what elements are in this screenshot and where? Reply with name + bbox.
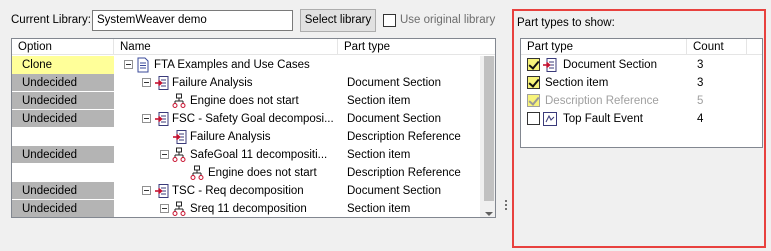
- option-cell[interactable]: Undecided: [12, 92, 114, 110]
- top-fault-event-icon: [542, 111, 558, 133]
- part-type-count: 3: [697, 77, 704, 89]
- table-row[interactable]: Undecided SafeGoal 11 decompositi... Secti…: [12, 146, 480, 164]
- part-type-name: Top Fault Event: [563, 113, 643, 125]
- table-row[interactable]: Clone FTA Examples and Use Cases: [12, 56, 480, 74]
- part-types-list[interactable]: Part type Count Document Section 3 Section…: [520, 38, 763, 148]
- name-cell: Failure Analysis: [190, 131, 271, 143]
- option-cell[interactable]: [12, 128, 114, 146]
- part-type-name: Description Reference: [545, 95, 659, 107]
- table-row[interactable]: Engine does not start Description Referen…: [12, 164, 480, 182]
- column-header-name[interactable]: Name: [114, 39, 338, 55]
- part-type-row[interactable]: Top Fault Event 4: [521, 110, 762, 128]
- part-type-cell: Section item: [347, 95, 411, 107]
- part-type-cell: Document Section: [347, 185, 441, 197]
- part-types-title: Part types to show:: [517, 17, 615, 29]
- part-type-name: Document Section: [563, 59, 657, 71]
- table-row[interactable]: Failure Analysis Description Reference: [12, 128, 480, 146]
- items-grid[interactable]: Option Name Part type Clone FTA Examples …: [11, 38, 496, 218]
- name-cell: Engine does not start: [190, 95, 299, 107]
- option-cell[interactable]: Undecided: [12, 110, 114, 128]
- part-type-cell: Description Reference: [347, 131, 461, 143]
- table-row[interactable]: Undecided Failure Analysis Document Sectio…: [12, 74, 480, 92]
- collapse-icon[interactable]: [142, 78, 151, 87]
- part-type-count: 5: [697, 95, 704, 107]
- part-type-name: Section item: [545, 77, 609, 89]
- part-type-row[interactable]: Section item 3: [521, 74, 762, 92]
- part-type-checkbox[interactable]: [527, 112, 540, 125]
- scroll-down-arrow-icon[interactable]: [485, 212, 493, 216]
- part-type-cell: Section item: [347, 203, 411, 215]
- collapse-icon[interactable]: [160, 150, 169, 159]
- part-type-count: 4: [697, 113, 704, 125]
- name-cell: Sreq 11 decomposition: [190, 203, 307, 215]
- part-type-checkbox[interactable]: [527, 76, 540, 89]
- current-library-label: Current Library:: [11, 14, 91, 26]
- column-header-part-type[interactable]: Part type: [338, 39, 480, 55]
- name-cell: Engine does not start: [208, 167, 317, 179]
- splitter-handle[interactable]: [505, 200, 508, 214]
- part-type-checkbox: [527, 94, 540, 107]
- part-types-header: Part type Count: [521, 39, 762, 55]
- table-row[interactable]: Undecided Sreq 11 decomposition Section it…: [12, 200, 480, 217]
- name-cell: FTA Examples and Use Cases: [154, 59, 310, 71]
- library-field[interactable]: SystemWeaver demo: [92, 10, 293, 31]
- grid-header: Option Name Part type: [12, 39, 495, 55]
- table-row[interactable]: Undecided Engine does not start Section it…: [12, 92, 480, 110]
- option-cell[interactable]: [12, 164, 114, 182]
- option-cell[interactable]: Undecided: [12, 74, 114, 92]
- part-type-cell: Document Section: [347, 77, 441, 89]
- use-original-library-checkbox[interactable]: [383, 14, 396, 27]
- select-library-button[interactable]: Select library: [300, 9, 376, 32]
- name-cell: FSC - Safety Goal decomposi...: [172, 113, 334, 125]
- table-row[interactable]: Undecided TSC - Req decomposition Document…: [12, 182, 480, 200]
- collapse-icon[interactable]: [142, 186, 151, 195]
- part-type-checkbox[interactable]: [527, 58, 540, 71]
- name-cell: Failure Analysis: [172, 77, 253, 89]
- scrollbar-thumb[interactable]: [484, 56, 494, 201]
- column-header-count[interactable]: Count: [687, 39, 747, 55]
- part-type-cell: [347, 56, 481, 74]
- part-type-row: Description Reference 5: [521, 92, 762, 110]
- part-type-row[interactable]: Document Section 3: [521, 56, 762, 74]
- fault-tree-icon: [172, 201, 186, 217]
- collapse-icon[interactable]: [124, 60, 133, 69]
- option-cell[interactable]: Undecided: [12, 146, 114, 164]
- vertical-scrollbar[interactable]: [480, 56, 495, 217]
- use-original-library-label: Use original library: [400, 14, 496, 26]
- collapse-icon[interactable]: [142, 114, 151, 123]
- part-type-cell: Section item: [347, 149, 411, 161]
- collapse-icon[interactable]: [160, 204, 169, 213]
- option-cell[interactable]: Undecided: [12, 182, 114, 200]
- column-header-part-type[interactable]: Part type: [521, 39, 687, 55]
- part-type-cell: Document Section: [347, 113, 441, 125]
- name-cell: SafeGoal 11 decompositi...: [190, 149, 328, 161]
- table-row[interactable]: Undecided FSC - Safety Goal decomposi... D…: [12, 110, 480, 128]
- option-cell[interactable]: Clone: [12, 56, 114, 74]
- name-cell: TSC - Req decomposition: [172, 185, 304, 197]
- option-cell[interactable]: Undecided: [12, 200, 114, 217]
- part-type-count: 3: [697, 59, 704, 71]
- column-header-option[interactable]: Option: [12, 39, 114, 55]
- part-type-cell: Description Reference: [347, 167, 461, 179]
